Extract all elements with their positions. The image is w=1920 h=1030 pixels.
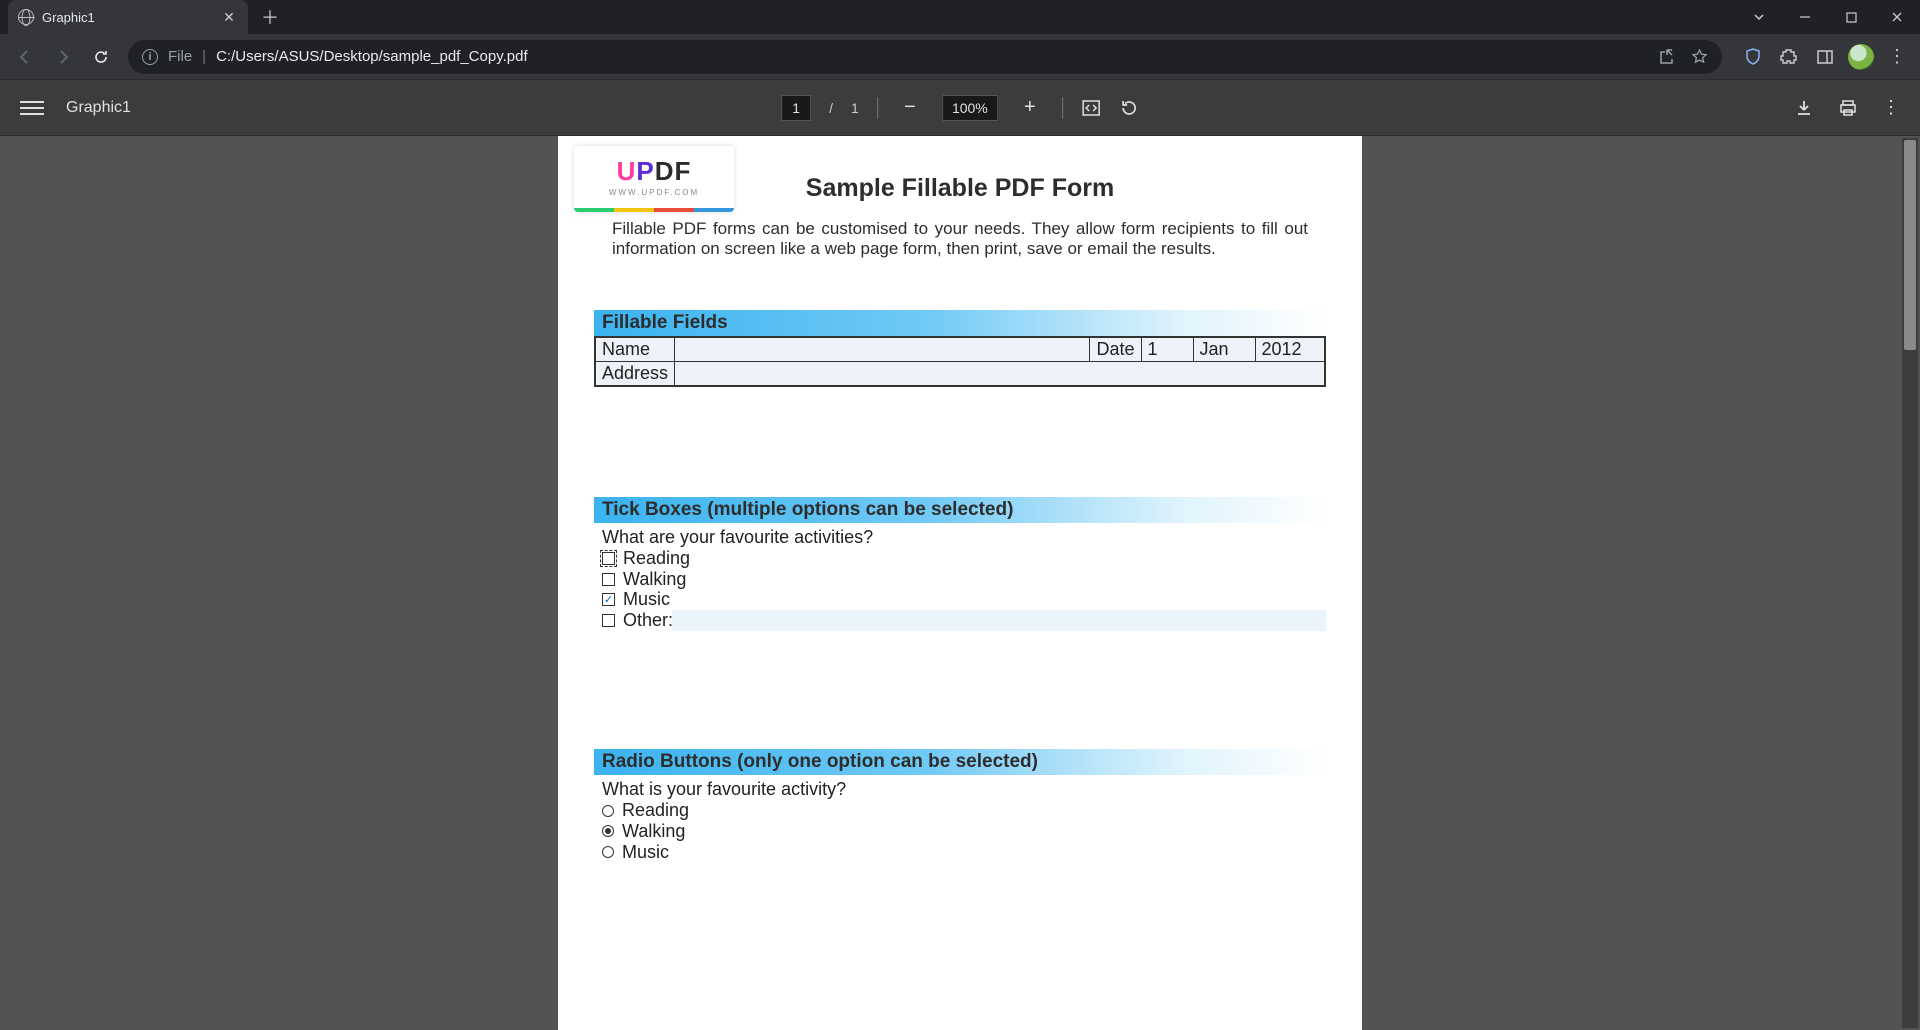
url-path: C:/Users/ASUS/Desktop/sample_pdf_Copy.pd… bbox=[216, 48, 528, 65]
option-label: Music bbox=[623, 589, 670, 610]
updf-logo: UPDF WWW.UPDF.COM bbox=[574, 146, 734, 212]
tab-search-button[interactable] bbox=[1736, 0, 1782, 34]
nav-reload-button[interactable] bbox=[84, 40, 118, 74]
pdf-toolbar: Graphic1 1 / 1 − 100% + ⋮ bbox=[0, 80, 1920, 136]
browser-menu-button[interactable]: ⋮ bbox=[1882, 42, 1912, 72]
tick-option-music[interactable]: ✓ Music bbox=[602, 589, 1326, 610]
tick-options: Reading Walking ✓ Music Other: bbox=[594, 548, 1326, 631]
scrollbar-thumb[interactable] bbox=[1904, 140, 1916, 350]
url-separator: | bbox=[202, 48, 206, 65]
profile-avatar[interactable] bbox=[1846, 42, 1876, 72]
radio-icon[interactable] bbox=[602, 846, 614, 858]
checkbox-icon[interactable] bbox=[602, 552, 615, 565]
privacy-shield-icon[interactable] bbox=[1738, 42, 1768, 72]
print-button[interactable] bbox=[1838, 98, 1858, 118]
radio-question: What is your favourite activity? bbox=[594, 779, 1326, 800]
logo-letter: U bbox=[617, 156, 637, 186]
date-label: Date bbox=[1090, 337, 1141, 362]
radio-icon[interactable] bbox=[602, 825, 614, 837]
section-fillable-fields: Fillable Fields bbox=[594, 310, 1326, 336]
new-tab-button[interactable]: ＋ bbox=[256, 3, 284, 31]
window-minimize-button[interactable] bbox=[1782, 0, 1828, 34]
pdf-more-button[interactable]: ⋮ bbox=[1882, 97, 1900, 118]
radio-option-walking[interactable]: Walking bbox=[602, 821, 1326, 842]
pdf-page-separator: / bbox=[829, 100, 833, 116]
rotate-button[interactable] bbox=[1119, 98, 1139, 118]
option-label: Walking bbox=[622, 821, 685, 842]
section-tick-boxes: Tick Boxes (multiple options can be sele… bbox=[594, 497, 1326, 523]
radio-icon[interactable] bbox=[602, 805, 614, 817]
window-maximize-button[interactable] bbox=[1828, 0, 1874, 34]
name-input[interactable] bbox=[675, 337, 1090, 362]
browser-toolbar: i File | C:/Users/ASUS/Desktop/sample_pd… bbox=[0, 34, 1920, 80]
fields-table: Name Date 1 Jan 2012 Address bbox=[594, 336, 1326, 387]
date-month-input[interactable]: Jan bbox=[1193, 337, 1255, 362]
side-panel-icon[interactable] bbox=[1810, 42, 1840, 72]
table-row: Address bbox=[595, 362, 1325, 387]
checkbox-icon[interactable] bbox=[602, 614, 615, 627]
address-label: Address bbox=[595, 362, 675, 387]
tab-close-icon[interactable]: ✕ bbox=[220, 8, 238, 26]
url-scheme: File bbox=[168, 48, 192, 65]
section-radio-buttons: Radio Buttons (only one option can be se… bbox=[594, 749, 1326, 775]
nav-back-button[interactable] bbox=[8, 40, 42, 74]
tick-option-walking[interactable]: Walking bbox=[602, 569, 1326, 590]
option-label: Walking bbox=[623, 569, 686, 590]
radio-options: Reading Walking Music bbox=[594, 800, 1326, 862]
extensions-icon[interactable] bbox=[1774, 42, 1804, 72]
bookmark-star-icon[interactable] bbox=[1691, 48, 1708, 65]
tick-option-other[interactable]: Other: bbox=[602, 610, 1326, 631]
address-input[interactable] bbox=[675, 362, 1325, 387]
pdf-doc-title: Graphic1 bbox=[66, 99, 131, 117]
zoom-out-button[interactable]: − bbox=[896, 94, 924, 122]
option-label: Other: bbox=[623, 610, 673, 631]
logo-letter: D bbox=[655, 156, 675, 186]
checkbox-icon[interactable]: ✓ bbox=[602, 593, 615, 606]
zoom-level[interactable]: 100% bbox=[942, 95, 998, 121]
pdf-page-input[interactable]: 1 bbox=[781, 95, 811, 121]
tick-option-reading[interactable]: Reading bbox=[602, 548, 1326, 569]
download-button[interactable] bbox=[1794, 98, 1814, 118]
tick-question: What are your favourite activities? bbox=[594, 527, 1326, 548]
browser-actions: ⋮ bbox=[1732, 42, 1912, 72]
toolbar-divider bbox=[1062, 97, 1063, 119]
logo-underline bbox=[574, 208, 734, 212]
radio-option-music[interactable]: Music bbox=[602, 842, 1326, 863]
tab-title: Graphic1 bbox=[42, 10, 95, 25]
logo-subtext: WWW.UPDF.COM bbox=[574, 188, 734, 197]
form-intro: Fillable PDF forms can be customised to … bbox=[594, 219, 1326, 258]
option-label: Reading bbox=[622, 800, 689, 821]
window-close-button[interactable] bbox=[1874, 0, 1920, 34]
option-label: Reading bbox=[623, 548, 690, 569]
toolbar-divider bbox=[877, 97, 878, 119]
pdf-viewport: UPDF WWW.UPDF.COM Sample Fillable PDF Fo… bbox=[0, 136, 1920, 1030]
site-info-icon[interactable]: i bbox=[142, 49, 158, 65]
share-icon[interactable] bbox=[1658, 48, 1675, 65]
window-controls bbox=[1736, 0, 1920, 34]
fit-page-button[interactable] bbox=[1081, 98, 1101, 118]
logo-letter: P bbox=[636, 156, 654, 186]
name-label: Name bbox=[595, 337, 675, 362]
checkbox-icon[interactable] bbox=[602, 573, 615, 586]
option-label: Music bbox=[622, 842, 669, 863]
vertical-scrollbar[interactable] bbox=[1902, 138, 1918, 1028]
radio-option-reading[interactable]: Reading bbox=[602, 800, 1326, 821]
table-row: Name Date 1 Jan 2012 bbox=[595, 337, 1325, 362]
date-year-input[interactable]: 2012 bbox=[1255, 337, 1325, 362]
globe-icon bbox=[18, 9, 34, 25]
pdf-menu-icon[interactable] bbox=[20, 101, 44, 115]
nav-forward-button[interactable] bbox=[46, 40, 80, 74]
pdf-page-total: 1 bbox=[851, 100, 859, 116]
logo-letter: F bbox=[675, 156, 692, 186]
zoom-in-button[interactable]: + bbox=[1016, 94, 1044, 122]
address-bar[interactable]: i File | C:/Users/ASUS/Desktop/sample_pd… bbox=[128, 40, 1722, 74]
browser-tabstrip: Graphic1 ✕ ＋ bbox=[0, 0, 1920, 34]
browser-tab[interactable]: Graphic1 ✕ bbox=[8, 0, 248, 34]
date-day-input[interactable]: 1 bbox=[1141, 337, 1193, 362]
pdf-page: UPDF WWW.UPDF.COM Sample Fillable PDF Fo… bbox=[558, 136, 1362, 1030]
